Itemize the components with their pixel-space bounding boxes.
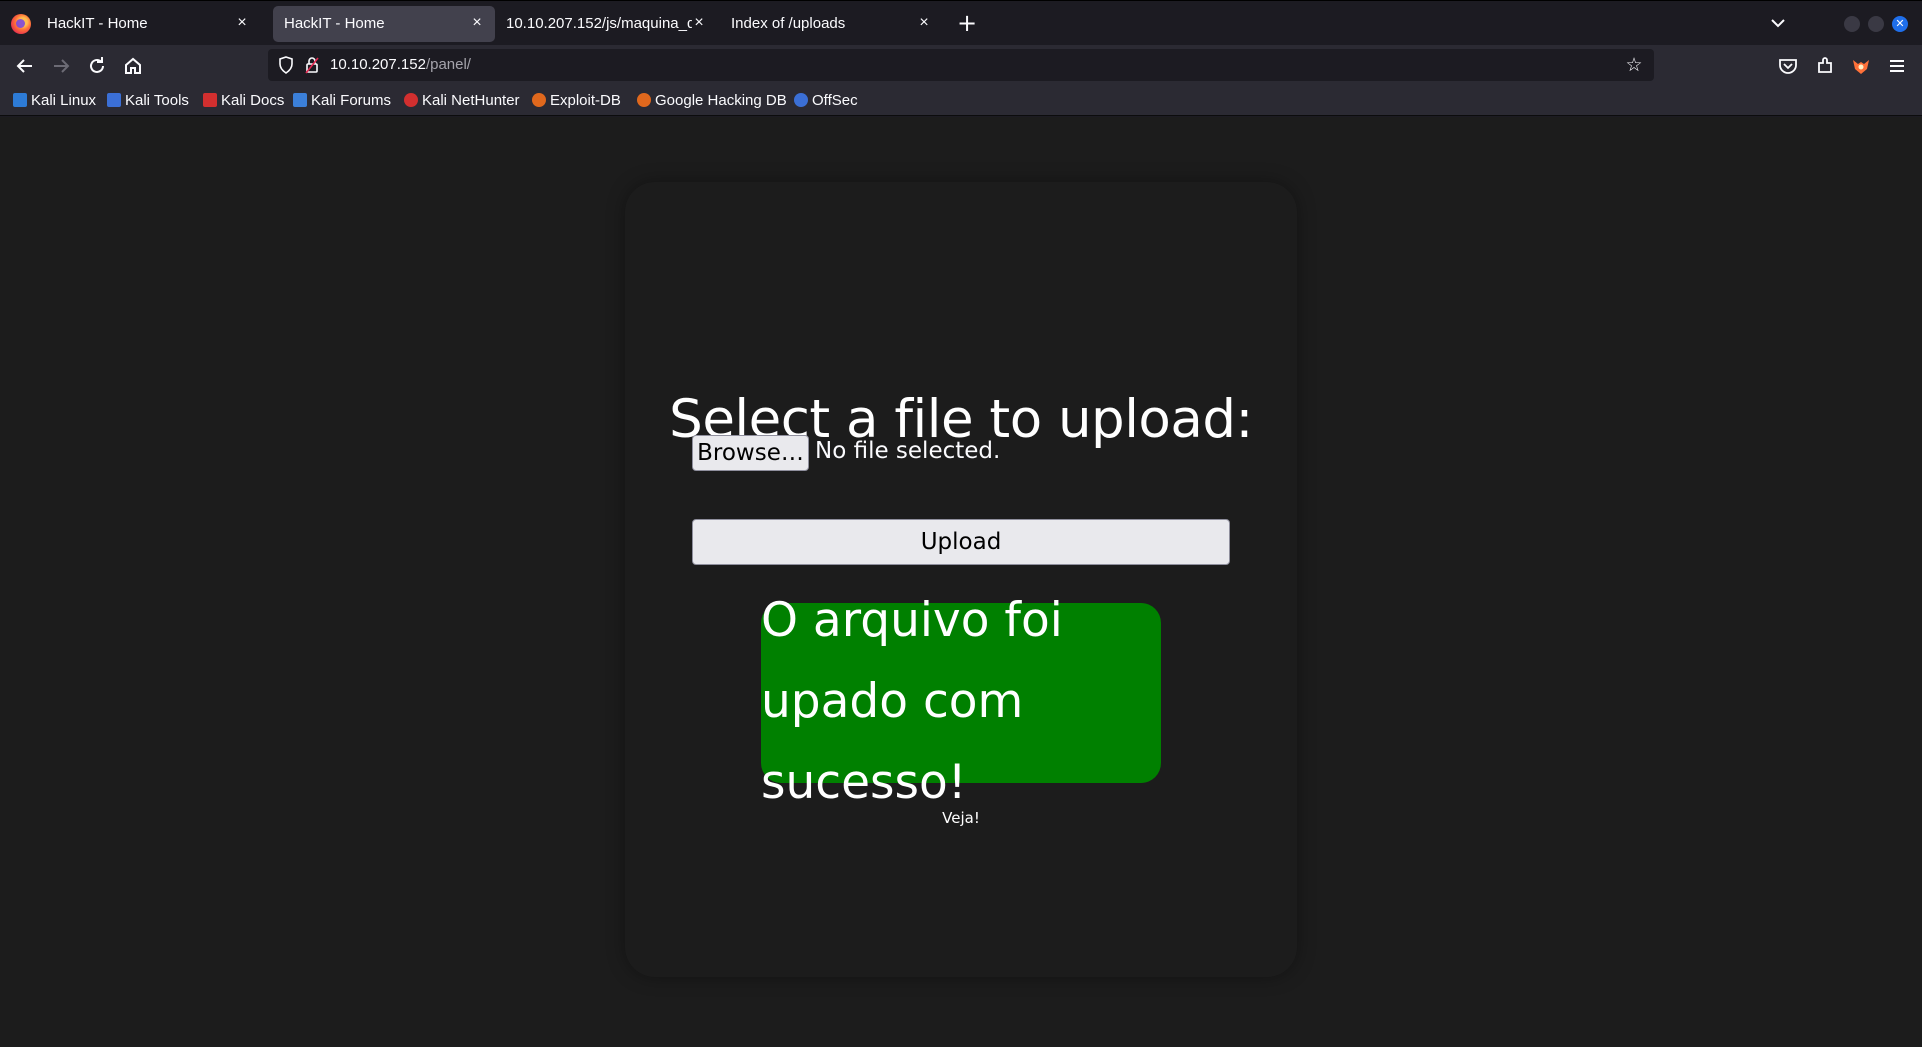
bookmark-label: OffSec: [812, 92, 858, 109]
browse-file-button[interactable]: Browse…: [692, 435, 809, 471]
tab-hackit-home-1[interactable]: HackIT - Home ×: [36, 6, 260, 42]
url-text[interactable]: 10.10.207.152/panel/: [330, 56, 471, 73]
kali-tools-icon: [107, 93, 121, 107]
connection-lock-icon[interactable]: [304, 56, 320, 74]
url-host: 10.10.207.152: [330, 56, 426, 73]
tab-index-uploads[interactable]: Index of /uploads ×: [720, 6, 942, 42]
url-path: /panel/: [425, 56, 471, 73]
tab-strip: HackIT - Home × HackIT - Home × 10.10.20…: [0, 0, 1922, 45]
tab-title: HackIT - Home: [284, 15, 385, 32]
close-window-button[interactable]: ✕: [1892, 16, 1908, 32]
kali-docs-icon: [203, 93, 217, 107]
bookmark-label: Kali Forums: [311, 92, 392, 109]
back-icon[interactable]: [13, 54, 37, 78]
bookmark-kali-nethunter[interactable]: Kali NetHunter: [404, 92, 520, 110]
bookmark-kali-linux[interactable]: Kali Linux: [13, 92, 96, 110]
kali-forums-icon: [293, 93, 307, 107]
view-uploads-link[interactable]: Veja!: [625, 809, 1297, 827]
bookmark-label: Kali Docs: [221, 92, 285, 109]
bookmark-kali-forums[interactable]: Kali Forums: [293, 92, 391, 110]
bookmarks-toolbar: Kali Linux Kali Tools Kali Docs Kali For…: [0, 86, 1922, 116]
maximize-window-button[interactable]: [1868, 16, 1884, 32]
bookmark-kali-tools[interactable]: Kali Tools: [107, 92, 189, 110]
bookmark-label: Kali Tools: [125, 92, 189, 109]
upload-card: Select a file to upload: Browse… No file…: [625, 182, 1297, 977]
bookmark-label: Kali NetHunter: [422, 92, 520, 109]
list-all-tabs-icon[interactable]: [1766, 13, 1790, 33]
bookmark-google-hacking-db[interactable]: Google Hacking DB: [637, 92, 787, 110]
upload-button[interactable]: Upload: [692, 519, 1230, 565]
bookmark-label: Exploit-DB: [550, 92, 621, 109]
new-tab-button[interactable]: +: [955, 10, 979, 36]
tab-close-icon[interactable]: ×: [691, 13, 707, 33]
exploit-db-icon: [532, 93, 546, 107]
ghdb-icon: [637, 93, 651, 107]
kali-nethunter-icon: [404, 93, 418, 107]
tab-title: Index of /uploads: [731, 15, 846, 32]
app-menu-icon[interactable]: [1886, 55, 1908, 77]
bookmark-label: Kali Linux: [31, 92, 97, 109]
reload-icon[interactable]: [85, 54, 109, 78]
tab-close-icon[interactable]: ×: [469, 13, 485, 33]
tab-title: 10.10.207.152/js/maquina_de: [506, 15, 692, 32]
bookmark-label: Google Hacking DB: [655, 92, 787, 109]
navigation-toolbar: 10.10.207.152/panel/ ☆: [0, 45, 1922, 86]
success-message: O arquivo foi upado com sucesso!: [761, 593, 1063, 810]
pocket-icon[interactable]: [1777, 55, 1799, 77]
bookmark-exploit-db[interactable]: Exploit-DB: [532, 92, 621, 110]
bookmark-star-icon[interactable]: ☆: [1624, 54, 1644, 76]
extensions-icon[interactable]: [1814, 55, 1836, 77]
tab-title: HackIT - Home: [47, 15, 148, 32]
offsec-icon: [794, 93, 808, 107]
browser-window: HackIT - Home × HackIT - Home × 10.10.20…: [0, 0, 1922, 1047]
tab-close-icon[interactable]: ×: [916, 13, 932, 33]
tab-hackit-home-2[interactable]: HackIT - Home ×: [273, 6, 495, 42]
file-status-text: No file selected.: [815, 438, 1001, 464]
foxyproxy-icon[interactable]: [1850, 55, 1872, 77]
bookmark-kali-docs[interactable]: Kali Docs: [203, 92, 284, 110]
tab-maquina-js[interactable]: 10.10.207.152/js/maquina_de ×: [495, 6, 717, 42]
tab-close-icon[interactable]: ×: [234, 13, 250, 33]
kali-dragon-icon: [13, 93, 27, 107]
home-icon[interactable]: [121, 54, 145, 78]
bookmark-offsec[interactable]: OffSec: [794, 92, 858, 110]
minimize-window-button[interactable]: [1844, 16, 1860, 32]
page-content: Select a file to upload: Browse… No file…: [0, 117, 1922, 1047]
url-bar[interactable]: 10.10.207.152/panel/ ☆: [268, 49, 1654, 81]
firefox-menu-icon[interactable]: [11, 14, 31, 34]
forward-icon[interactable]: [49, 54, 73, 78]
tracking-protection-shield-icon[interactable]: [278, 56, 294, 74]
